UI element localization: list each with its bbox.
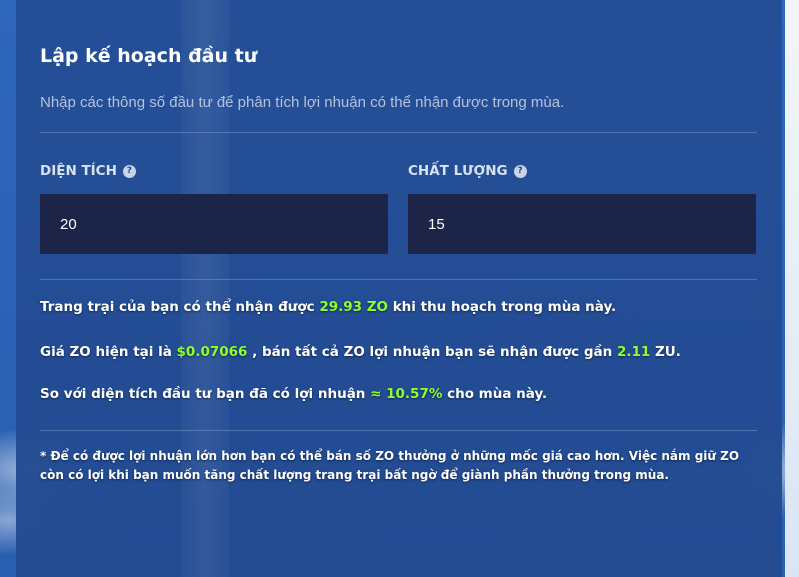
planner-panel	[16, 0, 782, 577]
divider-middle	[40, 279, 757, 280]
profit-prefix: So với diện tích đầu tư bạn đã có lợi nh…	[40, 386, 366, 402]
area-label: DIỆN TÍCH ?	[40, 163, 136, 179]
price-prefix: Giá ZO hiện tại là	[40, 344, 172, 360]
zu-amount: 2.11	[616, 344, 651, 360]
profit-suffix: cho mùa này.	[447, 386, 548, 402]
quality-label-text: CHẤT LƯỢNG	[408, 163, 508, 179]
quality-label: CHẤT LƯỢNG ?	[408, 163, 527, 179]
price-middle: , bán tất cả ZO lợi nhuận bạn sẽ nhận đư…	[252, 344, 613, 360]
profit-percent: ≈ 10.57%	[370, 386, 443, 402]
harvest-result: Trang trại của bạn có thể nhận được 29.9…	[40, 299, 616, 315]
quality-help-icon[interactable]: ?	[513, 164, 527, 178]
page-title: Lập kế hoạch đầu tư	[40, 45, 258, 67]
footnote: * Để có được lợi nhuận lớn hơn bạn có th…	[40, 449, 740, 482]
background-tower	[181, 0, 229, 577]
harvest-suffix: khi thu hoạch trong mùa này.	[392, 299, 617, 315]
divider-top	[40, 132, 757, 133]
zo-price: $0.07066	[176, 344, 248, 360]
area-input[interactable]	[40, 194, 388, 254]
page-subtitle: Nhập các thông số đầu tư để phân tích lợ…	[40, 94, 565, 111]
area-label-text: DIỆN TÍCH	[40, 163, 117, 179]
page-edge	[785, 0, 799, 577]
price-suffix: ZU.	[655, 344, 681, 360]
area-help-icon[interactable]: ?	[122, 164, 136, 178]
price-result: Giá ZO hiện tại là $0.07066 , bán tất cả…	[40, 344, 681, 360]
profit-result: So với diện tích đầu tư bạn đã có lợi nh…	[40, 386, 547, 402]
divider-bottom	[40, 430, 757, 431]
quality-input[interactable]	[408, 194, 756, 254]
harvest-prefix: Trang trại của bạn có thể nhận được	[40, 299, 315, 315]
harvest-amount: 29.93 ZO	[319, 299, 388, 315]
